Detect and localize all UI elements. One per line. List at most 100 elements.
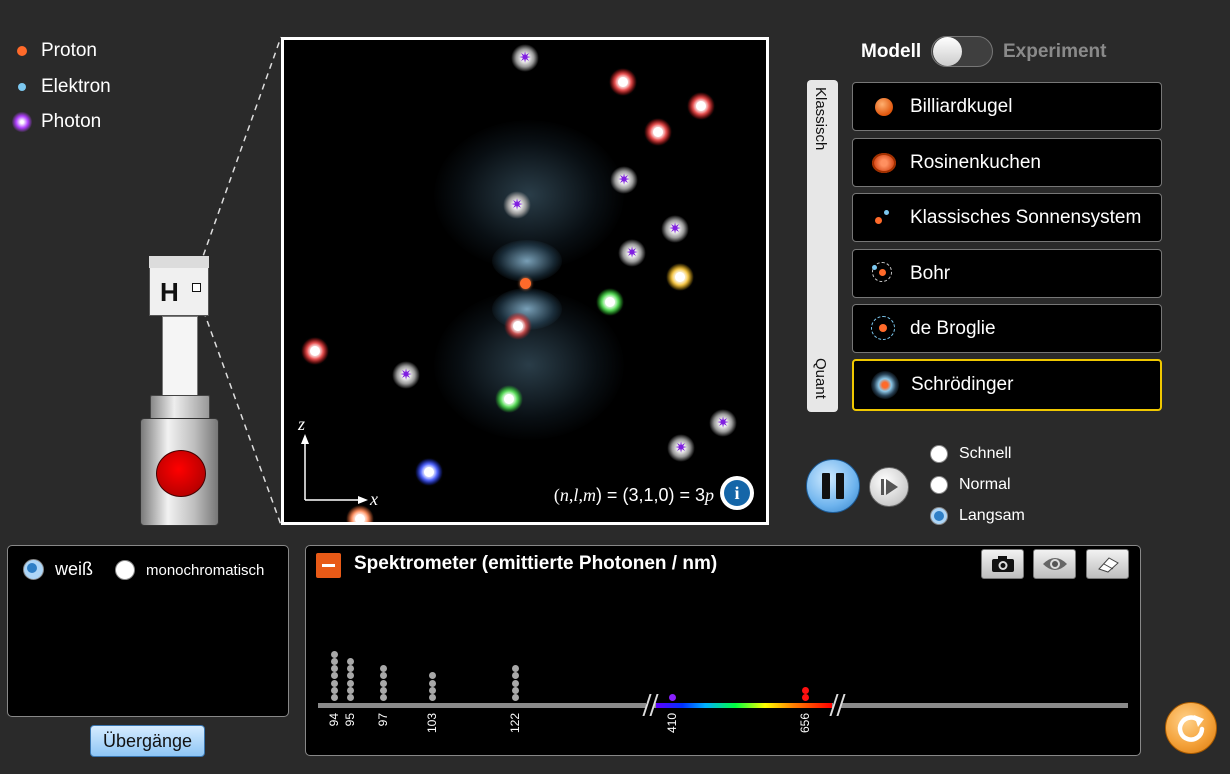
radio-button[interactable]	[23, 559, 44, 580]
radio-button[interactable]	[930, 445, 948, 463]
photon-icon	[12, 111, 32, 133]
de-broglie-icon	[867, 312, 901, 346]
spectrum-photon-dot	[428, 686, 436, 694]
model-button-bohr[interactable]: Bohr	[852, 249, 1162, 298]
info-button[interactable]: i	[720, 476, 754, 510]
spectrum-photon-dot	[511, 686, 519, 694]
spectrum-photon-dot	[330, 694, 338, 701]
spectrum-tick-label: 656	[798, 713, 812, 734]
model-button-solar-system[interactable]: Klassisches Sonnensystem	[852, 193, 1162, 242]
collapse-button[interactable]	[316, 553, 341, 578]
qn-m: m	[582, 485, 596, 505]
spectrum-photon-dot	[346, 672, 354, 680]
spectrum-photon-dot	[330, 650, 338, 658]
bohr-icon	[867, 257, 901, 291]
plum-pudding-icon	[867, 146, 901, 180]
spectrum-photon-dot	[330, 665, 338, 673]
spectrum-photon-dot	[330, 658, 338, 665]
spectrum-tick-label: 103	[425, 713, 439, 734]
atom-view: ✷ ✷ ✷ ✷ ✷ ✷ ✷ ✷ z x (n,l,m) = (3,1,0) = …	[281, 37, 769, 525]
proton-icon	[12, 41, 32, 61]
reset-icon	[1177, 715, 1205, 742]
spectrometer-title: Spektrometer (emittierte Photonen / nm)	[354, 553, 718, 574]
model-button-schroedinger[interactable]: Schrödinger	[852, 359, 1162, 411]
radio-button[interactable]	[930, 476, 948, 494]
axis-z-label: z	[298, 414, 306, 434]
spectrum-photon-dot	[379, 694, 387, 701]
legend-label: Elektron	[41, 76, 111, 97]
pause-button[interactable]	[806, 459, 860, 513]
visible-spectrum-band	[656, 703, 832, 708]
axes-indicator	[301, 434, 368, 504]
snapshot-button[interactable]	[981, 549, 1024, 579]
axis-x-label: x	[370, 489, 378, 509]
scale-label-classic: Klassisch	[812, 87, 829, 151]
light-option-white[interactable]: weiß	[23, 559, 93, 580]
spectrum-photon-dot	[511, 672, 519, 680]
step-button[interactable]	[869, 467, 909, 507]
gun-tube	[162, 316, 198, 396]
spectrum-photon-dot	[511, 694, 519, 701]
step-icon	[881, 479, 898, 495]
pause-icon	[822, 473, 844, 499]
speed-option-slow[interactable]: Langsam	[930, 507, 1025, 525]
radio-button[interactable]	[930, 507, 948, 525]
spectrum-photon-dot	[330, 679, 338, 687]
model-label: Rosinenkuchen	[910, 151, 1041, 173]
minus-icon	[322, 564, 335, 567]
light-label: weiß	[55, 559, 94, 579]
spectrum-photon-dot	[511, 665, 519, 673]
solar-system-icon	[867, 201, 901, 235]
view-snapshots-button[interactable]	[1033, 549, 1076, 579]
speed-option-normal[interactable]: Normal	[930, 476, 1011, 494]
legend-label: Proton	[41, 40, 97, 61]
spectrum-photon-dot	[379, 665, 387, 673]
spectrum-photon-dot	[346, 665, 354, 673]
model-button-de-broglie[interactable]: de Broglie	[852, 304, 1162, 353]
spectrum-tick-label: 97	[376, 713, 390, 727]
mode-label-experiment[interactable]: Experiment	[1003, 41, 1106, 63]
billiard-ball-icon	[867, 90, 901, 124]
spectrum-tick-label: 122	[508, 713, 522, 734]
reset-button[interactable]	[1165, 702, 1217, 754]
spectrum-photon-dot	[511, 679, 519, 687]
model-button-plum-pudding[interactable]: Rosinenkuchen	[852, 138, 1162, 187]
light-label: monochromatisch	[146, 561, 265, 579]
gun-aperture	[192, 283, 201, 292]
speed-label: Normal	[959, 476, 1011, 493]
spectrum-photon-dot	[379, 679, 387, 687]
spectrum-photon-dot	[346, 679, 354, 687]
model-label: Klassisches Sonnensystem	[910, 206, 1142, 228]
eye-icon	[1042, 558, 1067, 570]
spectrum-photon-dot	[428, 679, 436, 687]
mode-label-model[interactable]: Modell	[861, 41, 921, 63]
spectrum-photon-dot	[346, 658, 354, 665]
speed-label: Schnell	[959, 445, 1012, 462]
gun-fire-button[interactable]	[156, 450, 206, 497]
transitions-button[interactable]: Übergänge	[90, 725, 205, 757]
model-label: Billiardkugel	[910, 95, 1013, 117]
gun-label: H	[160, 277, 179, 307]
scale-label-quant: Quant	[812, 358, 829, 399]
model-scale-bar: Klassisch Quant	[807, 80, 838, 412]
clear-button[interactable]	[1086, 549, 1129, 579]
qn-mid: ) = (3,1,0) = 3	[595, 485, 705, 505]
spectrum-photon-dot	[428, 694, 436, 701]
info-icon: i	[724, 480, 750, 506]
light-option-monochromatic[interactable]: monochromatisch	[115, 560, 264, 580]
legend-label: Photon	[41, 111, 102, 132]
quantum-numbers: (n,l,m) = (3,1,0) = 3p	[554, 485, 714, 506]
mode-toggle-knob[interactable]	[933, 37, 962, 66]
model-label: de Broglie	[910, 317, 996, 339]
gun-head-top	[149, 256, 209, 268]
spectrum-tick-label: 94	[327, 713, 341, 727]
radio-button[interactable]	[115, 560, 135, 580]
spectrum-photon-dot	[330, 672, 338, 680]
spectrum-photon-dot	[668, 694, 676, 701]
spectrum-photon-dot	[801, 686, 809, 694]
spectrum-tick-label: 410	[665, 713, 679, 734]
speed-option-fast[interactable]: Schnell	[930, 445, 1011, 463]
spectrum-photon-dot	[330, 686, 338, 694]
model-button-billiard[interactable]: Billiardkugel	[852, 82, 1162, 131]
spectrum-tick-label: 95	[343, 713, 357, 727]
